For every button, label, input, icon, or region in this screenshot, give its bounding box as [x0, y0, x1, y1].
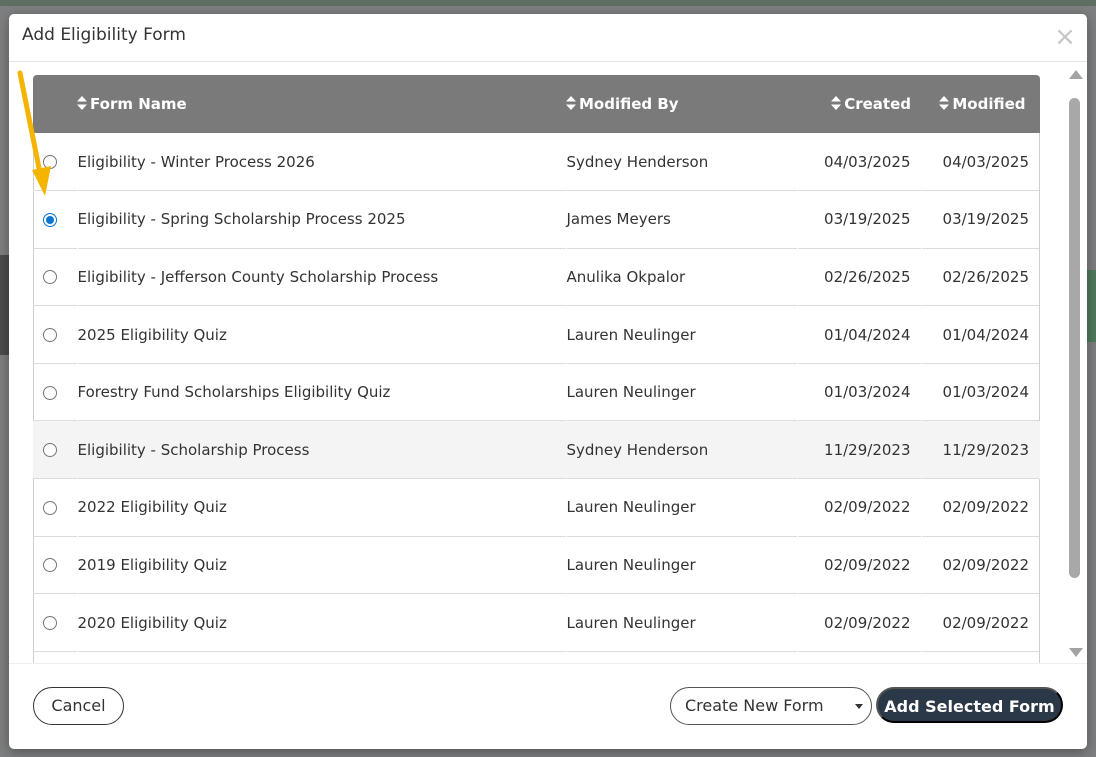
modified-by-cell: Lauren Neulinger — [566, 383, 696, 402]
row-select-radio[interactable] — [43, 212, 57, 227]
table-row[interactable]: Forestry Fund Scholarships Eligibility Q… — [33, 363, 1040, 421]
form-name-cell: 2025 Eligibility Quiz — [77, 325, 227, 344]
row-select-radio[interactable] — [43, 328, 57, 343]
table-row[interactable]: 2022 Eligibility Quiz Lauren Neulinger 02/… — [33, 479, 1040, 537]
caret-down-icon — [855, 704, 863, 709]
sort-modified-by[interactable]: Modified By — [566, 75, 797, 133]
row-select-radio[interactable] — [43, 385, 57, 400]
row-select-radio[interactable] — [43, 558, 57, 573]
created-date-cell: 01/04/2024 — [824, 325, 911, 344]
modified-date-cell: 01/03/2024 — [942, 383, 1029, 402]
sort-created[interactable]: Created — [797, 75, 921, 133]
row-radio-cell — [33, 248, 77, 306]
modified-date-cell: 11/29/2023 — [942, 440, 1029, 459]
create-new-form-dropdown[interactable]: Create New Form — [670, 687, 872, 725]
form-name-cell: Eligibility - Spring Scholarship Process… — [77, 210, 406, 229]
row-radio-cell — [33, 421, 77, 479]
row-select-radio[interactable] — [43, 155, 57, 170]
modified-by-cell: Lauren Neulinger — [566, 498, 696, 517]
scroll-up-arrow-icon[interactable] — [1069, 70, 1083, 79]
created-date-cell: 03/19/2025 — [824, 210, 911, 229]
row-radio-cell — [33, 363, 77, 421]
header-select — [33, 75, 77, 133]
header-label: Created — [844, 95, 911, 113]
modified-by-cell: James Meyers — [566, 210, 671, 229]
forms-table: Form Name Modified By Created Modified E… — [33, 75, 1040, 652]
table-row[interactable]: 2025 Eligibility Quiz Lauren Neulinger 01/… — [33, 306, 1040, 364]
modified-date-cell: 02/09/2022 — [942, 555, 1029, 574]
cancel-button[interactable]: Cancel — [33, 687, 124, 725]
form-name-cell: Eligibility - Jefferson County Scholarsh… — [77, 267, 439, 286]
add-eligibility-form-dialog: Add Eligibility Form × Form Name Modifie… — [9, 14, 1087, 749]
header-label: Modified By — [579, 95, 679, 113]
form-name-cell: 2022 Eligibility Quiz — [77, 498, 227, 517]
sort-icon — [939, 96, 950, 110]
scroll-down-arrow-icon[interactable] — [1069, 648, 1083, 657]
table-row[interactable]: Eligibility - Scholarship Process Sydney … — [33, 420, 1040, 479]
row-radio-cell — [33, 594, 77, 652]
created-date-cell: 02/09/2022 — [824, 498, 911, 517]
form-name-cell: Eligibility - Scholarship Process — [77, 440, 310, 459]
add-selected-form-button[interactable]: Add Selected Form — [876, 687, 1063, 723]
modified-by-cell: Sydney Henderson — [566, 440, 709, 459]
row-radio-cell — [33, 306, 77, 364]
modified-by-cell: Sydney Henderson — [566, 152, 709, 171]
row-select-radio[interactable] — [43, 443, 57, 458]
sort-icon — [566, 96, 576, 110]
form-name-cell: Forestry Fund Scholarships Eligibility Q… — [77, 383, 391, 402]
sort-form-name[interactable]: Form Name — [77, 75, 566, 133]
close-icon[interactable]: × — [1052, 23, 1078, 51]
row-radio-cell — [33, 479, 77, 537]
header-label: Modified — [952, 95, 1026, 113]
form-name-cell: 2020 Eligibility Quiz — [77, 613, 227, 632]
table-row[interactable]: 2020 Eligibility Quiz Lauren Neulinger 02/… — [33, 594, 1040, 652]
footer-divider — [9, 663, 1087, 664]
scrollbar[interactable] — [1067, 68, 1083, 662]
header-label: Form Name — [90, 95, 187, 113]
modified-date-cell: 03/19/2025 — [942, 210, 1029, 229]
form-name-cell: Eligibility - Winter Process 2026 — [77, 152, 315, 171]
table-body: Eligibility - Winter Process 2026 Sydney … — [33, 133, 1040, 652]
modified-by-cell: Anulika Okpalor — [566, 267, 686, 286]
row-radio-cell — [33, 191, 77, 249]
modified-date-cell: 01/04/2024 — [942, 325, 1029, 344]
row-select-radio[interactable] — [43, 616, 57, 631]
table-row[interactable]: 2019 Eligibility Quiz Lauren Neulinger 02/… — [33, 536, 1040, 594]
row-radio-cell — [33, 133, 77, 191]
modified-by-cell: Lauren Neulinger — [566, 325, 696, 344]
scroll-thumb[interactable] — [1069, 98, 1080, 578]
modified-date-cell: 02/09/2022 — [942, 613, 1029, 632]
form-name-cell: 2019 Eligibility Quiz — [77, 555, 227, 574]
table-row[interactable]: Eligibility - Jefferson County Scholarsh… — [33, 248, 1040, 306]
sort-modified[interactable]: Modified — [921, 75, 1040, 133]
created-date-cell: 01/03/2024 — [824, 383, 911, 402]
created-date-cell: 11/29/2023 — [824, 440, 911, 459]
forms-table-container: Form Name Modified By Created Modified E… — [33, 75, 1041, 663]
table-header-row: Form Name Modified By Created Modified — [33, 75, 1040, 133]
created-date-cell: 02/26/2025 — [824, 267, 911, 286]
created-date-cell: 02/09/2022 — [824, 555, 911, 574]
sort-icon — [831, 96, 842, 110]
create-new-form-label: Create New Form — [685, 696, 824, 715]
modified-by-cell: Lauren Neulinger — [566, 613, 696, 632]
modified-date-cell: 04/03/2025 — [942, 152, 1029, 171]
row-select-radio[interactable] — [43, 270, 57, 285]
created-date-cell: 02/09/2022 — [824, 613, 911, 632]
modified-by-cell: Lauren Neulinger — [566, 555, 696, 574]
backdrop-strip — [1086, 270, 1096, 342]
backdrop-strip — [0, 0, 1096, 6]
sort-icon — [77, 96, 87, 110]
table-row[interactable]: Eligibility - Winter Process 2026 Sydney … — [33, 133, 1040, 191]
dialog-header: Add Eligibility Form × — [9, 14, 1087, 62]
created-date-cell: 04/03/2025 — [824, 152, 911, 171]
modified-date-cell: 02/09/2022 — [942, 498, 1029, 517]
table-row[interactable]: Eligibility - Spring Scholarship Process… — [33, 191, 1040, 249]
dialog-title: Add Eligibility Form — [22, 25, 186, 45]
row-select-radio[interactable] — [43, 500, 57, 515]
modified-date-cell: 02/26/2025 — [942, 267, 1029, 286]
row-radio-cell — [33, 536, 77, 594]
